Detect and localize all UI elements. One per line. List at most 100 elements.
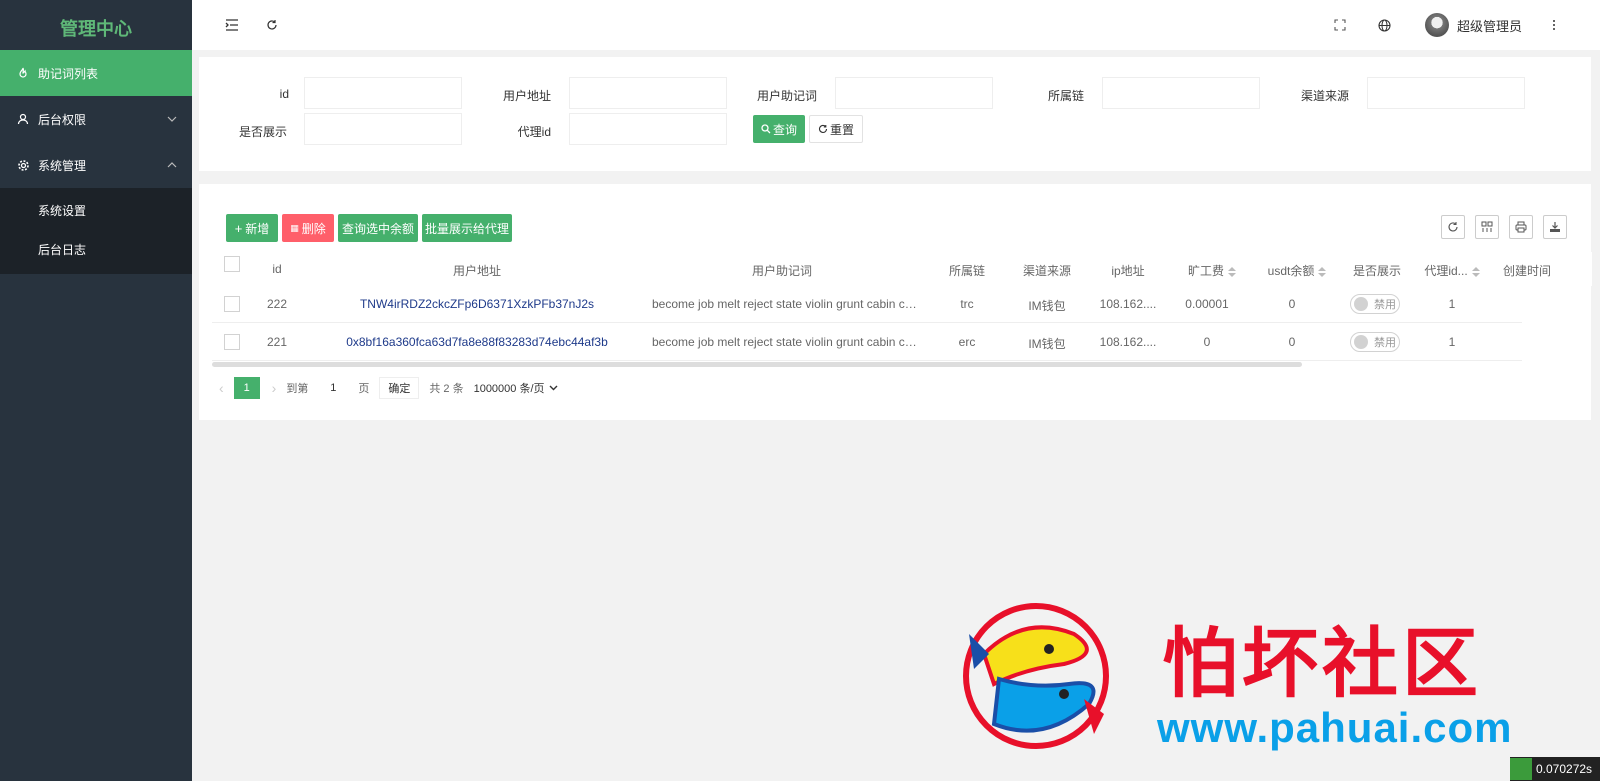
search-icon [761,124,771,134]
globe-icon[interactable] [1374,15,1394,35]
display-toggle[interactable]: 禁用 [1350,294,1400,314]
display-select[interactable] [304,113,462,145]
row-checkbox[interactable] [224,296,240,312]
cell-agent: 1 [1448,335,1456,349]
cell-address[interactable]: TNW4irRDZ2ckcZFp6D6371XzkPFb37nJ2s [352,297,602,311]
export-icon[interactable] [1543,215,1567,239]
chevron-down-icon [549,385,558,391]
user-menu[interactable]: 超级管理员 [1425,13,1523,37]
goto-confirm-button[interactable]: 确定 [379,377,420,399]
sidebar-item-label: 系统管理 [38,158,87,173]
more-icon[interactable] [1544,15,1564,35]
add-button[interactable]: + 新增 [226,214,278,242]
top-header: 超级管理员 [192,0,1600,50]
prev-page-icon[interactable]: ‹ [219,380,224,396]
table-row: 222 TNW4irRDZ2ckcZFp6D6371XzkPFb37nJ2s b… [212,285,1522,323]
col-address: 用户地址 [452,264,501,278]
id-input[interactable] [304,77,462,109]
delete-label: 删除 [301,221,326,236]
table-row: 221 0x8bf16a360fca63d7fa8e88f83283d74ebc… [212,323,1522,361]
row-checkbox[interactable] [224,334,240,350]
reset-icon [818,124,828,133]
per-page-select[interactable]: 1000000 条/页 [474,380,558,396]
search-form: id 用户地址 用户助记词 所属链 渠道来源 是否展示 代理id 查询 重置 [199,57,1591,171]
cell-chain: trc [960,297,974,311]
cell-ip: 108.162.... [1099,297,1157,311]
col-fee[interactable]: 旷工费 [1172,262,1252,279]
cell-id: 222 [266,297,288,311]
query-button[interactable]: 查询 [753,115,805,143]
avatar [1425,13,1449,37]
col-channel: 渠道来源 [1022,264,1071,278]
username: 超级管理员 [1457,18,1523,34]
goto-input[interactable]: 1 [318,377,348,399]
menu-fold-icon[interactable] [222,15,242,35]
select-all-checkbox[interactable] [224,256,240,272]
col-agent-label: 代理id... [1424,264,1468,278]
goto-label: 到第 [286,383,309,395]
refresh-icon[interactable] [262,15,282,35]
page-current[interactable]: 1 [233,377,260,399]
horizontal-scrollbar[interactable] [212,362,1302,367]
channel-label: 渠道来源 [1300,89,1349,103]
display-toggle[interactable]: 禁用 [1350,332,1400,352]
reset-button[interactable]: 重置 [809,115,863,143]
app-logo: 管理中心 [0,0,192,50]
mnemonic-input[interactable] [835,77,993,109]
sidebar-item-permissions[interactable]: 后台权限 [0,96,192,142]
address-input[interactable] [569,77,727,109]
col-fee-label: 旷工费 [1187,264,1224,278]
col-chain: 所属链 [948,264,985,278]
sort-icon [1318,266,1327,277]
debug-icon[interactable] [1510,758,1532,780]
batch-show-button[interactable]: 批量展示给代理 [422,214,512,242]
sort-icon [1228,266,1236,277]
table-refresh-icon[interactable] [1441,215,1465,239]
fullscreen-icon[interactable] [1330,15,1350,35]
agent-input[interactable] [569,113,727,145]
sidebar-item-mnemonic-list[interactable]: 助记词列表 [0,50,192,96]
col-created: 创建时间 [1502,264,1551,278]
page-label: 页 [358,383,370,395]
sidebar-item-system[interactable]: 系统管理 [0,142,192,188]
total-count: 共 2 条 [429,383,464,395]
cell-fee: 0 [1203,335,1211,349]
fire-icon [16,66,30,80]
chain-input[interactable] [1102,77,1260,109]
columns-icon[interactable] [1475,215,1499,239]
sidebar-subitem-logs[interactable]: 后台日志 [0,231,192,270]
col-usdt-label: usdt余额 [1267,264,1315,278]
cell-mnemonic: become job melt reject state violin grun… [652,335,922,349]
gear-icon [16,158,30,172]
chevron-down-icon [166,113,178,125]
col-agent[interactable]: 代理id... [1417,262,1487,279]
sidebar-subnav: 系统设置 后台日志 [0,188,192,274]
user-icon [16,112,30,126]
col-usdt[interactable]: usdt余额 [1257,262,1337,279]
cell-channel: IM钱包 [1028,337,1066,351]
channel-input[interactable] [1367,77,1525,109]
plus-icon: + [234,220,243,236]
print-icon[interactable] [1509,215,1533,239]
col-display: 是否展示 [1352,264,1401,278]
next-page-icon[interactable]: › [272,380,277,396]
display-label: 是否展示 [238,125,287,139]
debug-timer: 0.070272s [1510,757,1600,781]
toggle-knob [1354,335,1368,349]
per-page-value: 1000000 条/页 [473,383,545,395]
agent-label: 代理id [517,125,551,139]
check-balance-button[interactable]: 查询选中余额 [338,214,418,242]
sidebar-subitem-settings[interactable]: 系统设置 [0,192,192,231]
cell-fee: 0.00001 [1185,297,1229,311]
cell-usdt: 0 [1288,297,1296,311]
col-mnemonic: 用户助记词 [751,264,812,278]
trash-icon: ▦ [290,222,299,233]
chain-label: 所属链 [1047,89,1084,103]
delete-button[interactable]: ▦ 删除 [282,214,334,242]
address-label: 用户地址 [502,89,551,103]
chevron-up-icon [166,159,178,171]
data-table-card: + 新增 ▦ 删除 查询选中余额 批量展示给代理 id 用户地址 用户助记词 所… [199,184,1592,420]
col-ip: ip地址 [1111,264,1145,278]
col-id: id [272,262,282,276]
cell-address[interactable]: 0x8bf16a360fca63d7fa8e88f83283d74ebc44af… [342,335,612,349]
